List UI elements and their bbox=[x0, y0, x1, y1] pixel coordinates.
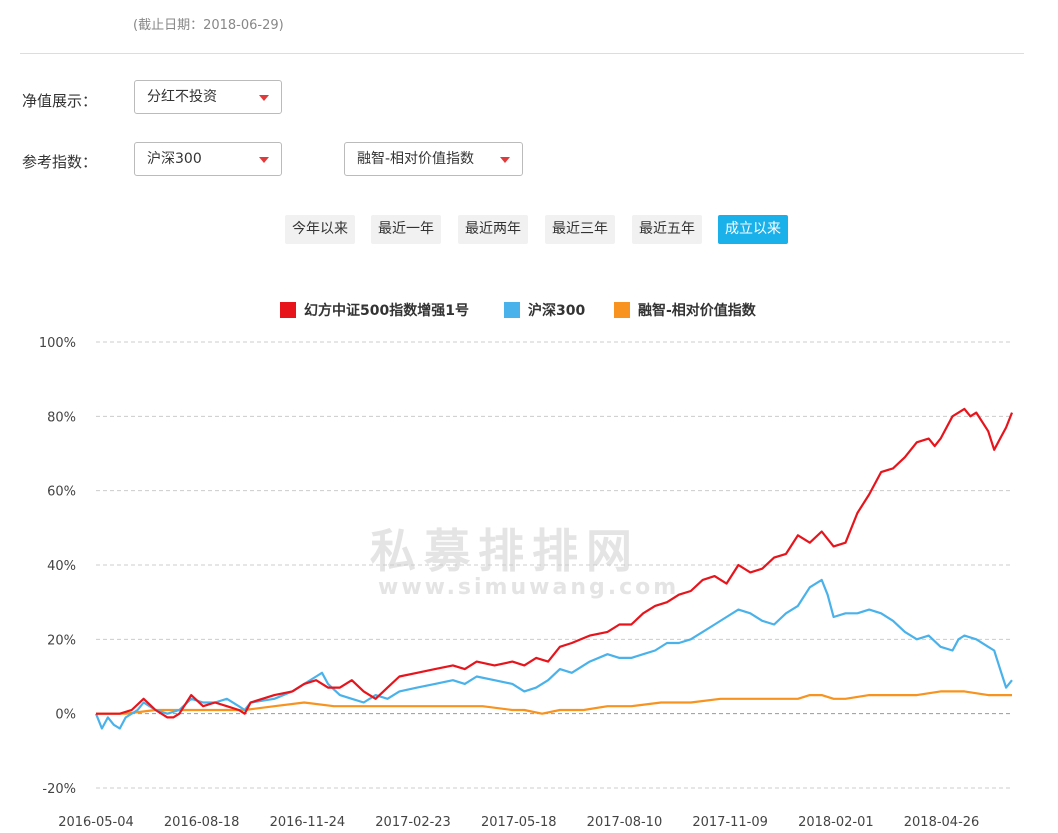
performance-chart: 100% 80% 60% 40% 20% 0% -20% 2016-05-04 2016-08-… bbox=[39, 336, 1014, 830]
y-tick-label: 20% bbox=[47, 633, 76, 648]
x-tick-label: 2018-02-01 bbox=[798, 815, 874, 830]
y-tick-label: 40% bbox=[47, 559, 76, 574]
x-tick-label: 2018-04-26 bbox=[904, 815, 980, 830]
y-tick-label: 60% bbox=[47, 485, 76, 500]
fund-line bbox=[96, 407, 1014, 719]
x-tick-label: 2017-05-18 bbox=[481, 815, 557, 830]
y-tick-label: 80% bbox=[47, 410, 76, 425]
x-tick-label: 2016-11-24 bbox=[270, 815, 346, 830]
y-tick-label: 100% bbox=[39, 336, 76, 351]
x-tick-label: 2016-08-18 bbox=[164, 815, 240, 830]
x-tick-label: 2017-02-23 bbox=[375, 815, 451, 830]
x-tick-label: 2017-11-09 bbox=[692, 815, 768, 830]
x-tick-label: 2016-05-04 bbox=[58, 815, 134, 830]
y-tick-label: 0% bbox=[55, 708, 76, 723]
x-tick-label: 2017-08-10 bbox=[587, 815, 663, 830]
y-tick-label: -20% bbox=[42, 782, 76, 797]
